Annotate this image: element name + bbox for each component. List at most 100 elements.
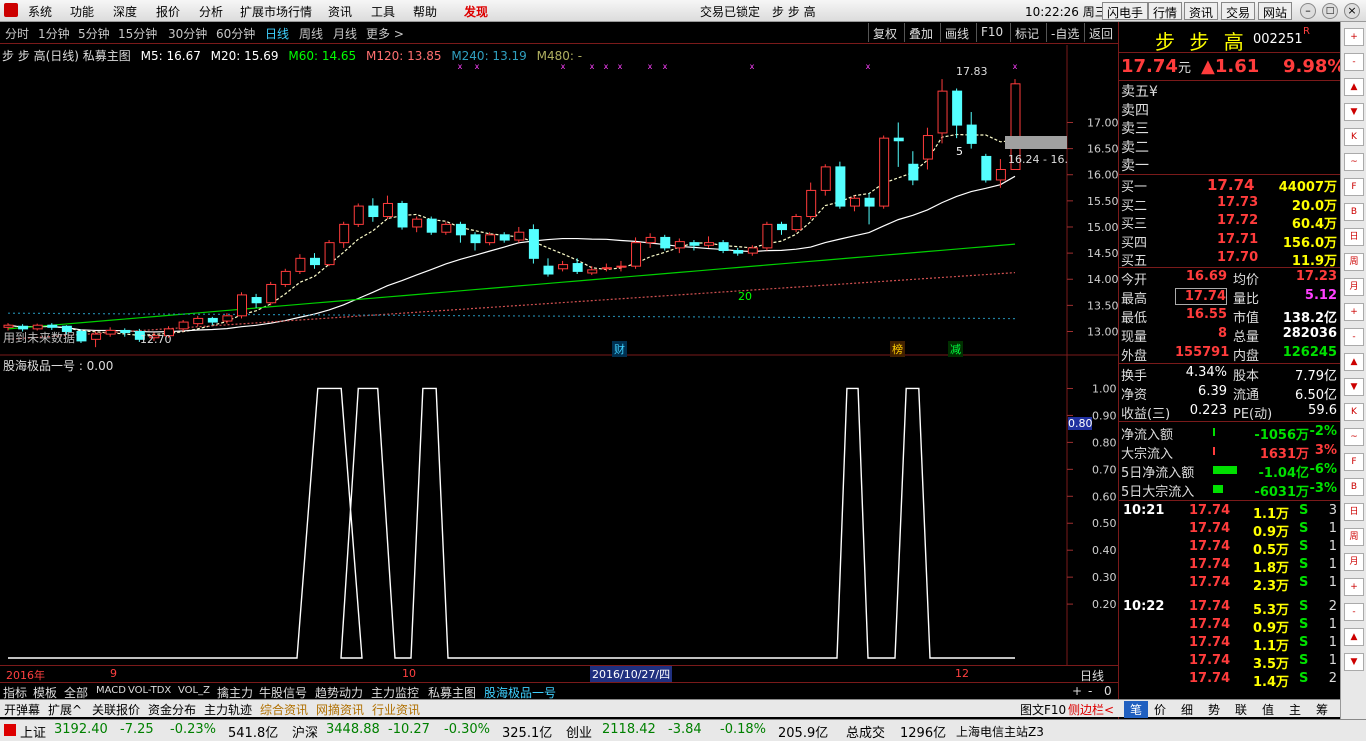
remove-pane-icon[interactable]: - [1088,684,1092,698]
sidebar-tool-icon[interactable]: - [1344,53,1364,71]
sidebar-tool-icon[interactable]: ▲ [1344,628,1364,646]
tab-price[interactable]: 价 [1154,701,1166,718]
website-button[interactable]: 网站 [1258,2,1293,20]
tab-extend[interactable]: 扩展^ [48,701,82,718]
period-more[interactable]: 更多 > [366,25,404,42]
menu-discover[interactable]: 发现 [464,3,488,20]
back-button[interactable]: 返回 [1084,23,1117,42]
sidebar-tool-icon[interactable]: + [1344,578,1364,596]
bid-label: 买二 [1121,198,1148,214]
sidebar-tool-icon[interactable]: 日 [1344,228,1364,246]
tab-trend[interactable]: 势 [1208,701,1220,718]
f10-button[interactable]: F10 [976,23,1007,42]
sidebar-tool-icon[interactable]: K [1344,128,1364,146]
ind-tick-label: 0.30 [1092,571,1117,584]
tab-detail[interactable]: 细 [1181,701,1193,718]
sidebar-tool-icon[interactable]: + [1344,28,1364,46]
tick-row: 17.74 3.5万 S 1 [1119,652,1341,672]
tick-side: S [1299,617,1309,632]
add-pane-icon[interactable]: + [1072,684,1082,698]
sidebar-tool-icon[interactable]: 周 [1344,253,1364,271]
tick-count: 1 [1328,617,1337,632]
candle-body [295,257,306,272]
sidebar-tool-icon[interactable]: 周 [1344,528,1364,546]
mark-button[interactable]: 标记 [1010,23,1043,42]
sidebar-tool-icon[interactable]: F [1344,178,1364,196]
period-weekly[interactable]: 周线 [299,25,323,42]
sidebar-tool-icon[interactable]: F [1344,453,1364,471]
tab-chips[interactable]: 筹 [1316,701,1328,718]
candle-body [324,242,335,266]
trade-button[interactable]: 交易 [1221,2,1256,20]
overlay-button[interactable]: 叠加 [904,23,937,42]
tab-value[interactable]: 值 [1262,701,1274,718]
sidebar-tool-icon[interactable]: B [1344,478,1364,496]
ind-tick-label: 1.00 [1092,382,1117,395]
menu-help[interactable]: 帮助 [413,3,437,20]
tab-comp-news[interactable]: 综合资讯 [260,701,308,718]
ask-label: 卖二 [1121,139,1149,156]
tab-main-track[interactable]: 主力轨迹 [204,701,252,718]
tab-linked[interactable]: 联 [1235,701,1247,718]
tab-industry-news[interactable]: 行业资讯 [372,701,420,718]
sidebar-tool-icon[interactable]: - [1344,603,1364,621]
tab-related-quote[interactable]: 关联报价 [92,701,140,718]
watchlist-button[interactable]: -自选 [1046,23,1083,42]
tab-sidebar-toggle[interactable]: 侧边栏< [1068,701,1114,718]
period-30min[interactable]: 30分钟 [168,25,207,42]
sidebar-tool-icon[interactable]: ▼ [1344,103,1364,121]
tab-fund-dist[interactable]: 资金分布 [148,701,196,718]
tab-trades[interactable]: 笔 [1124,701,1149,718]
sidebar-tool-icon[interactable]: + [1344,303,1364,321]
flash-trade-button[interactable]: 闪电手 [1102,2,1149,20]
maximize-icon[interactable]: □ [1322,3,1338,19]
period-15min[interactable]: 15分钟 [118,25,157,42]
sidebar-tool-icon[interactable]: ~ [1344,428,1364,446]
menu-depth[interactable]: 深度 [113,3,137,20]
sidebar-tool-icon[interactable]: ▲ [1344,78,1364,96]
stat-value: 155791 [1175,345,1230,360]
tab-main[interactable]: 主 [1289,701,1301,718]
stat2-label: 股本 [1233,369,1260,384]
period-5min[interactable]: 5分钟 [78,25,110,42]
menu-system[interactable]: 系统 [28,3,52,20]
period-60min[interactable]: 60分钟 [216,25,255,42]
sidebar-tool-icon[interactable]: ▲ [1344,353,1364,371]
sidebar-tool-icon[interactable]: 月 [1344,553,1364,571]
tab-vol-z[interactable]: VOL_Z [178,685,210,696]
pane-zero-icon[interactable]: 0 [1104,684,1112,698]
flow-bar [1213,466,1237,474]
minimize-icon[interactable]: – [1300,3,1316,19]
tab-f10-text[interactable]: 图文F10 [1020,701,1066,718]
sidebar-tool-icon[interactable]: 日 [1344,503,1364,521]
info-button[interactable]: 资讯 [1184,2,1219,20]
sidebar-tool-icon[interactable]: 月 [1344,278,1364,296]
period-daily[interactable]: 日线 [265,25,289,42]
period-1min[interactable]: 1分钟 [38,25,70,42]
menu-news[interactable]: 资讯 [328,3,352,20]
candle-body [937,90,948,134]
period-intraday[interactable]: 分时 [5,25,29,42]
sidebar-tool-icon[interactable]: K [1344,403,1364,421]
sidebar-tool-icon[interactable]: ▼ [1344,378,1364,396]
sidebar-tool-icon[interactable]: - [1344,328,1364,346]
tab-macd[interactable]: MACD [96,685,126,696]
indicator-title: 股海极品一号 : 0.00 [3,359,114,373]
menu-quote[interactable]: 报价 [156,3,180,20]
close-icon[interactable]: × [1344,3,1360,19]
sidebar-tool-icon[interactable]: ▼ [1344,653,1364,671]
tab-web-news[interactable]: 网摘资讯 [316,701,364,718]
period-monthly[interactable]: 月线 [333,25,357,42]
market-button[interactable]: 行情 [1148,2,1183,20]
sidebar-tool-icon[interactable]: B [1344,203,1364,221]
menu-analysis[interactable]: 分析 [199,3,223,20]
tab-vol-tdx[interactable]: VOL-TDX [128,685,171,696]
adjust-button[interactable]: 复权 [868,23,901,42]
tab-danmu[interactable]: 开弹幕 [4,701,40,718]
candle-body [908,163,919,181]
menu-extended-market[interactable]: 扩展市场行情 [240,3,312,20]
menu-tools[interactable]: 工具 [371,3,395,20]
draw-button[interactable]: 画线 [940,23,973,42]
menu-function[interactable]: 功能 [70,3,94,20]
sidebar-tool-icon[interactable]: ~ [1344,153,1364,171]
